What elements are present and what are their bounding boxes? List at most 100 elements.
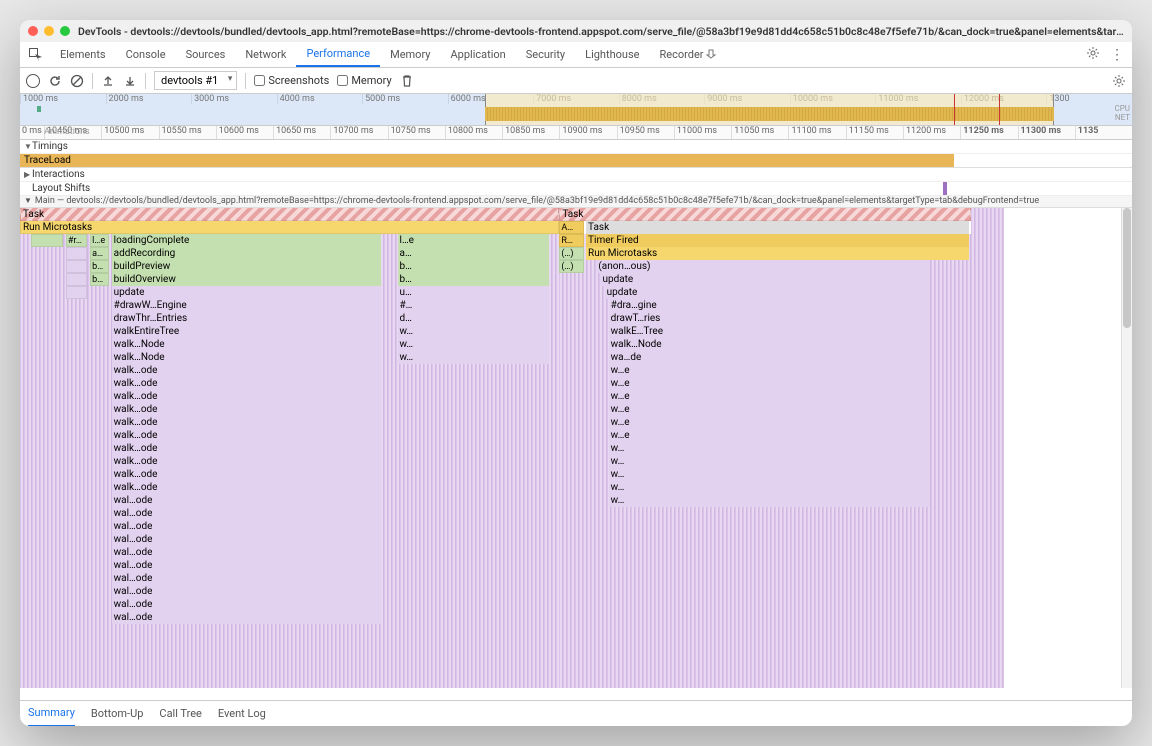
flame-cell[interactable]: w…e — [609, 416, 930, 429]
flame-cell[interactable]: loadingComplete — [112, 234, 382, 247]
flame-cell[interactable] — [66, 260, 88, 273]
record-icon[interactable] — [26, 74, 40, 88]
profile-select[interactable]: devtools #1 — [154, 71, 237, 90]
tab-application[interactable]: Application — [440, 43, 515, 66]
flame-cell[interactable]: b… — [398, 260, 549, 273]
flame-cell[interactable]: walk…ode — [112, 455, 382, 468]
overview-timeline[interactable]: 1000 ms2000 ms3000 ms4000 ms5000 ms6000 … — [20, 94, 1132, 126]
flame-cell[interactable]: addRecording — [112, 247, 382, 260]
flame-cell[interactable]: d… — [398, 312, 549, 325]
trash-icon[interactable] — [400, 74, 414, 88]
flame-cell[interactable]: w… — [398, 351, 549, 364]
flame-cell[interactable]: wal…ode — [112, 559, 382, 572]
flame-cell[interactable]: w… — [609, 468, 930, 481]
flame-cell[interactable]: (…) — [559, 247, 584, 260]
tab-lighthouse[interactable]: Lighthouse — [575, 43, 649, 66]
tab-security[interactable]: Security — [516, 43, 575, 66]
flame-cell[interactable]: w… — [609, 494, 930, 507]
flame-cell[interactable] — [66, 286, 88, 299]
btab-bottom-up[interactable]: Bottom-Up — [91, 701, 144, 726]
flame-cell[interactable]: #… — [398, 299, 549, 312]
flame-cell[interactable]: walk…ode — [112, 403, 382, 416]
flame-cell[interactable]: b… — [90, 260, 109, 273]
settings-icon[interactable] — [1086, 46, 1100, 63]
detail-ruler[interactable]: 0 ms 10450 ms10500 ms10550 ms10600 ms106… — [20, 126, 1132, 140]
flame-cell[interactable]: Timer Fired — [586, 234, 969, 247]
flame-cell[interactable]: w… — [609, 455, 930, 468]
flame-cell[interactable]: walk…Node — [112, 351, 382, 364]
scrollbar[interactable] — [1121, 208, 1132, 688]
flame-cell[interactable]: wal…ode — [112, 598, 382, 611]
flame-cell[interactable]: #drawW…Engine — [112, 299, 382, 312]
flame-cell[interactable]: wal…ode — [112, 611, 382, 624]
flame-cell[interactable]: wal…ode — [112, 494, 382, 507]
main-thread-header[interactable]: ▼Main — devtools://devtools/bundled/devt… — [20, 196, 1132, 208]
flame-cell[interactable]: w… — [398, 338, 549, 351]
tab-console[interactable]: Console — [116, 43, 176, 66]
flame-cell[interactable]: a… — [90, 247, 109, 260]
flame-cell[interactable]: l…e — [90, 234, 109, 247]
flame-cell[interactable]: wal…ode — [112, 520, 382, 533]
flame-cell[interactable]: update — [605, 286, 930, 299]
flame-cell[interactable]: drawT…ries — [609, 312, 930, 325]
task-row[interactable]: Task — [20, 208, 559, 221]
btab-event-log[interactable]: Event Log — [218, 701, 266, 726]
minimize-icon[interactable] — [44, 26, 54, 36]
flame-cell[interactable]: walk…ode — [112, 468, 382, 481]
screenshots-checkbox[interactable]: Screenshots — [254, 74, 329, 87]
tab-elements[interactable]: Elements — [50, 43, 116, 66]
flame-cell[interactable]: update — [600, 273, 929, 286]
flame-cell[interactable] — [66, 247, 88, 260]
clear-icon[interactable] — [70, 74, 84, 88]
flame-cell[interactable]: walk…ode — [112, 442, 382, 455]
maximize-icon[interactable] — [60, 26, 70, 36]
flame-cell[interactable]: wal…ode — [112, 546, 382, 559]
flame-cell[interactable]: update — [112, 286, 382, 299]
flame-cell[interactable]: wal…ode — [112, 507, 382, 520]
more-icon[interactable]: ⋮ — [1106, 47, 1128, 63]
scrollbar-thumb[interactable] — [1123, 208, 1131, 328]
flame-cell[interactable]: walk…ode — [112, 481, 382, 494]
task-row[interactable]: Task — [559, 208, 970, 221]
gear-icon[interactable] — [1112, 74, 1126, 88]
flame-cell[interactable]: l…e — [398, 234, 549, 247]
flame-cell[interactable]: walkE…Tree — [609, 325, 930, 338]
flame-cell[interactable]: walk…Node — [112, 338, 382, 351]
interactions-track[interactable]: ▶Interactions — [20, 168, 1132, 182]
flame-cell[interactable]: w…e — [609, 403, 930, 416]
flame-cell[interactable]: walk…ode — [112, 429, 382, 442]
layout-shifts-track[interactable]: Layout Shifts — [20, 182, 1132, 196]
flame-cell[interactable]: w… — [609, 481, 930, 494]
flame-cell[interactable]: u… — [398, 286, 549, 299]
tab-network[interactable]: Network — [235, 43, 296, 66]
timings-track[interactable]: ▼Timings — [20, 140, 1132, 154]
flame-cell[interactable]: w…e — [609, 377, 930, 390]
flame-cell[interactable]: drawThr…Entries — [112, 312, 382, 325]
flame-cell[interactable] — [31, 234, 63, 247]
flame-cell[interactable]: w…e — [609, 364, 930, 377]
tab-sources[interactable]: Sources — [176, 43, 236, 66]
flame-cell[interactable]: w… — [398, 325, 549, 338]
flame-cell[interactable] — [66, 273, 88, 286]
flame-cell[interactable]: buildPreview — [112, 260, 382, 273]
btab-summary[interactable]: Summary — [28, 700, 75, 726]
flame-cell[interactable]: walk…Node — [609, 338, 930, 351]
tab-memory[interactable]: Memory — [380, 43, 440, 66]
flame-cell[interactable]: walk…ode — [112, 390, 382, 403]
flame-cell[interactable]: buildOverview — [112, 273, 382, 286]
traceload-bar[interactable]: TraceLoad — [20, 154, 1132, 168]
flame-cell[interactable]: (…) — [559, 260, 584, 273]
flame-cell[interactable]: R… — [559, 234, 584, 247]
close-icon[interactable] — [28, 26, 38, 36]
run-microtasks-row[interactable]: Run Microtasks — [20, 221, 559, 234]
flame-cell[interactable]: wal…ode — [112, 585, 382, 598]
flame-cell[interactable]: walk…ode — [112, 416, 382, 429]
tab-performance[interactable]: Performance — [296, 42, 380, 67]
flame-cell[interactable]: #dra…gine — [609, 299, 930, 312]
flame-cell[interactable]: wal…ode — [112, 572, 382, 585]
flame-cell[interactable]: A… — [559, 221, 584, 234]
flame-cell[interactable]: b… — [398, 273, 549, 286]
flame-cell[interactable]: walkEntireTree — [112, 325, 382, 338]
inspect-icon[interactable] — [28, 47, 44, 63]
flame-cell[interactable]: walk…ode — [112, 377, 382, 390]
